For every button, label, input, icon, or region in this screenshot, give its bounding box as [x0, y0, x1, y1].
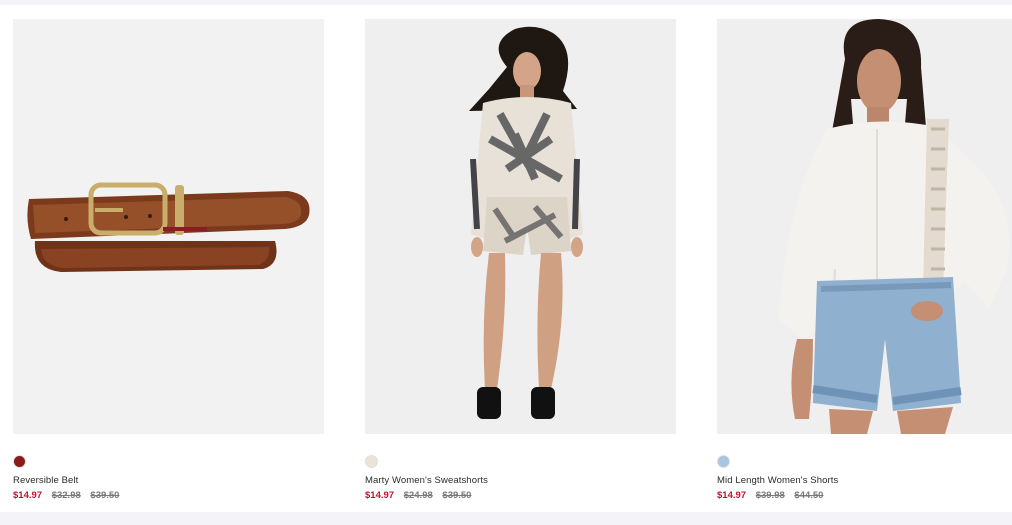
belt-image [13, 19, 324, 434]
price-row: $14.97 $32.98 $39.50 [13, 490, 324, 501]
product-image-belt[interactable] [13, 19, 324, 434]
product-card[interactable]: Mid Length Women's Shorts $14.97 $39.98 … [717, 19, 1012, 501]
original-price: $39.50 [90, 490, 120, 501]
sale-price: $14.97 [365, 490, 395, 501]
product-name[interactable]: Marty Women's Sweatshorts [365, 475, 676, 486]
compare-price: $24.98 [403, 490, 433, 501]
product-card[interactable]: Reversible Belt $14.97 $32.98 $39.50 [13, 19, 324, 501]
original-price: $44.50 [794, 490, 824, 501]
color-swatch[interactable] [717, 455, 730, 468]
compare-price: $39.98 [755, 490, 785, 501]
product-name[interactable]: Mid Length Women's Shorts [717, 475, 1012, 486]
sweatshorts-model-image [365, 19, 676, 434]
sale-price: $14.97 [13, 490, 43, 501]
product-grid: Reversible Belt $14.97 $32.98 $39.50 Mar… [0, 5, 1012, 512]
original-price: $39.50 [442, 490, 472, 501]
color-swatch[interactable] [365, 455, 378, 468]
price-row: $14.97 $39.98 $44.50 [717, 490, 1012, 501]
color-swatch[interactable] [13, 455, 26, 468]
denim-shorts-model-image [717, 19, 1012, 434]
product-card[interactable]: Marty Women's Sweatshorts $14.97 $24.98 … [365, 19, 676, 501]
product-image-sweatshorts[interactable] [365, 19, 676, 434]
page-bottom-strip [0, 512, 1012, 525]
price-row: $14.97 $24.98 $39.50 [365, 490, 676, 501]
sale-price: $14.97 [717, 490, 747, 501]
product-name[interactable]: Reversible Belt [13, 475, 324, 486]
product-image-denim-shorts[interactable] [717, 19, 1012, 434]
compare-price: $32.98 [51, 490, 81, 501]
